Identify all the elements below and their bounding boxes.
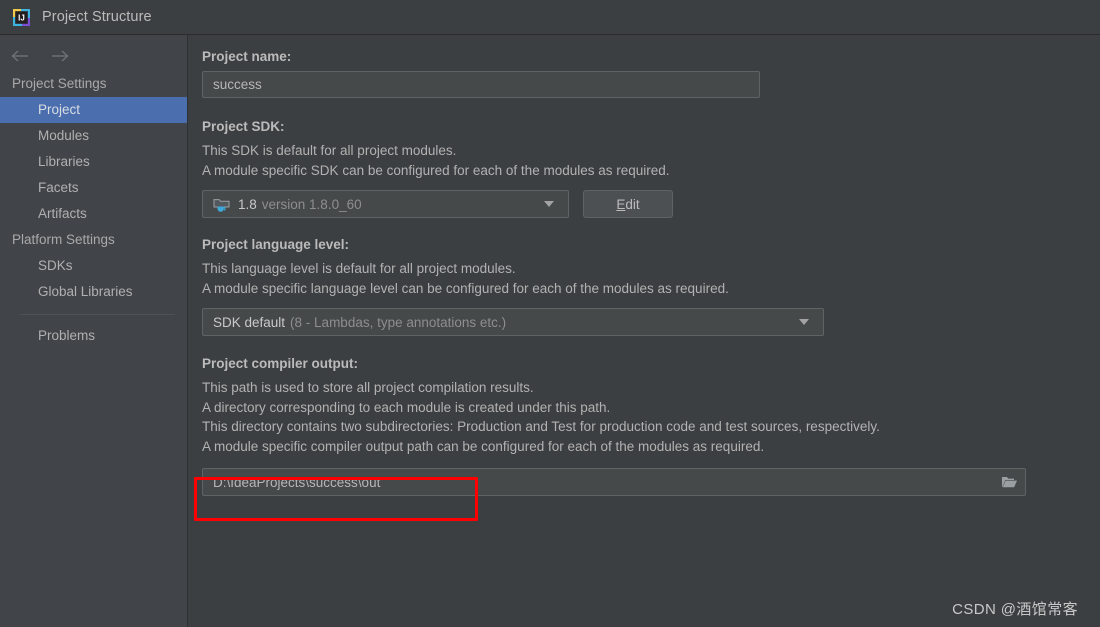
- sidebar-item-problems[interactable]: Problems: [0, 323, 187, 349]
- sidebar-group-project-settings: Project Settings: [12, 76, 107, 91]
- project-sdk-description-2: A module specific SDK can be configured …: [202, 162, 670, 178]
- language-level-label: Project language level:: [202, 237, 350, 252]
- language-level-description-1: This language level is default for all p…: [202, 261, 516, 276]
- window-title: Project Structure: [42, 9, 152, 25]
- project-sdk-row: 1.8 version 1.8.0_60 Edit: [202, 190, 1100, 218]
- compiler-output-description-2: A directory corresponding to each module…: [202, 399, 611, 415]
- language-level-section: Project language level: This language le…: [202, 237, 1100, 336]
- sidebar-item-libraries[interactable]: Libraries: [0, 149, 187, 175]
- edit-sdk-button[interactable]: Edit: [583, 190, 673, 218]
- compiler-output-section: Project compiler output: This path is us…: [202, 356, 1100, 496]
- sidebar-item-sdks[interactable]: SDKs: [0, 253, 187, 279]
- watermark: CSDN @酒馆常客: [952, 601, 1078, 618]
- sidebar-item-global-libraries[interactable]: Global Libraries: [0, 279, 187, 305]
- project-structure-dialog: IJ Project Structure Project Settings Pr…: [0, 0, 1100, 627]
- compiler-output-description-4: A module specific compiler output path c…: [202, 438, 765, 454]
- main-panel: Project name: success Project SDK: This …: [189, 35, 1100, 627]
- sidebar-item-artifacts[interactable]: Artifacts: [0, 201, 187, 227]
- folder-open-icon[interactable]: [995, 470, 1023, 494]
- language-level-detail: (8 - Lambdas, type annotations etc.): [290, 314, 507, 330]
- sidebar-item-project[interactable]: Project: [0, 97, 187, 123]
- project-sdk-label: Project SDK:: [202, 119, 285, 134]
- language-level-name: SDK default: [213, 314, 286, 330]
- sidebar-item-modules[interactable]: Modules: [0, 123, 187, 149]
- sidebar-item-facets[interactable]: Facets: [0, 175, 187, 201]
- compiler-output-description-1: This path is used to store all project c…: [202, 380, 534, 395]
- edit-button-rest: dit: [625, 196, 640, 212]
- arrow-left-icon[interactable]: [10, 48, 30, 64]
- sidebar-divider: [20, 314, 175, 315]
- project-sdk-section: Project SDK: This SDK is default for all…: [202, 119, 1100, 218]
- project-name-input[interactable]: success: [202, 71, 760, 98]
- compiler-output-path-field[interactable]: D:\IdeaProjects\success\out: [202, 468, 1026, 496]
- project-sdk-description-1: This SDK is default for all project modu…: [202, 143, 457, 158]
- language-level-combobox[interactable]: SDK default (8 - Lambdas, type annotatio…: [202, 308, 824, 336]
- project-name-section: Project name: success: [202, 49, 1100, 98]
- project-name-label: Project name:: [202, 49, 292, 64]
- language-level-description-2: A module specific language level can be …: [202, 280, 729, 296]
- svg-text:IJ: IJ: [18, 13, 25, 22]
- chevron-down-icon[interactable]: [799, 319, 809, 325]
- navigation-arrows: [0, 41, 187, 71]
- compiler-output-description-3: This directory contains two subdirectori…: [202, 419, 880, 434]
- compiler-output-label: Project compiler output:: [202, 356, 359, 371]
- intellij-idea-logo-icon: IJ: [12, 8, 31, 27]
- project-sdk-version: version 1.8.0_60: [261, 196, 362, 212]
- java-sdk-icon: [213, 197, 230, 213]
- compiler-output-path-value: D:\IdeaProjects\success\out: [213, 474, 381, 490]
- sidebar-group-platform-settings: Platform Settings: [12, 232, 115, 247]
- project-sdk-name: 1.8: [238, 196, 257, 212]
- sidebar: Project Settings Project Modules Librari…: [0, 35, 188, 627]
- title-bar: IJ Project Structure: [0, 0, 1100, 35]
- project-sdk-combobox[interactable]: 1.8 version 1.8.0_60: [202, 190, 569, 218]
- chevron-down-icon[interactable]: [544, 201, 554, 207]
- edit-button-mnemonic: E: [616, 196, 626, 212]
- arrow-right-icon[interactable]: [50, 48, 70, 64]
